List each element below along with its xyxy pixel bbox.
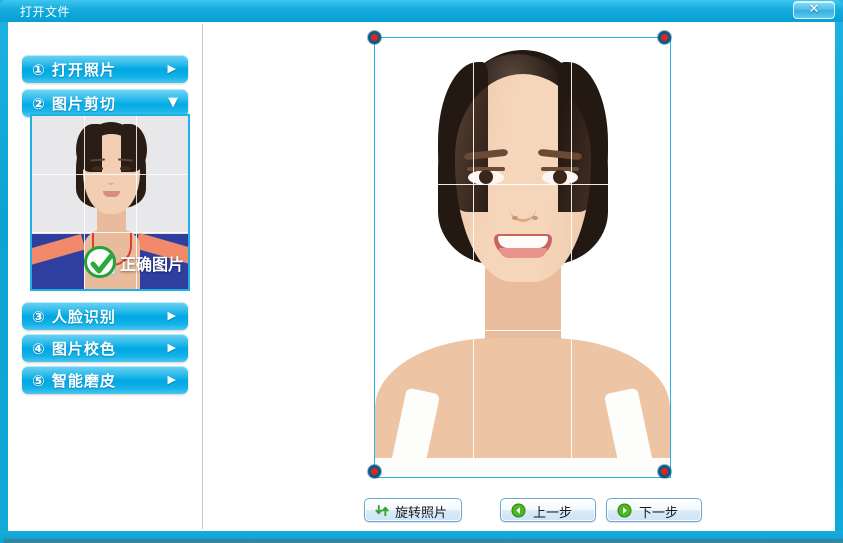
rotate-photo-label: 旋转照片 — [395, 506, 448, 521]
check-circle-icon — [84, 246, 116, 278]
arrow-left-circle-icon — [511, 503, 526, 518]
crop-handle-bottom-left[interactable] — [368, 465, 381, 478]
previous-step-label: 上一步 — [533, 506, 573, 521]
sidebar-step-crop-photo[interactable]: ② 图片剪切 ▼ — [22, 89, 188, 117]
chevron-right-icon: ▶ — [167, 62, 176, 75]
window-title: 打开文件 — [20, 5, 71, 19]
crop-handle-bottom-right[interactable] — [658, 465, 671, 478]
rotate-icon — [375, 503, 390, 518]
sidebar-step-skin-smooth-label: ⑤ 智能磨皮 — [32, 372, 116, 390]
chevron-right-icon: ▶ — [167, 373, 176, 386]
application-window: 打开文件 ✕ ① 打开照片 ▶ ② 图片剪切 ▼ 正确图片 ③ 人脸识别 ▶ ④… — [0, 0, 843, 543]
chevron-right-icon: ▶ — [167, 309, 176, 322]
sidebar-step-crop-photo-label: ② 图片剪切 — [32, 95, 116, 113]
chevron-down-icon: ▼ — [168, 95, 178, 110]
sidebar-step-open-photo[interactable]: ① 打开照片 ▶ — [22, 55, 188, 83]
reference-thumbnail-panel[interactable]: 正确图片 — [30, 114, 190, 291]
sidebar: ① 打开照片 ▶ ② 图片剪切 ▼ 正确图片 ③ 人脸识别 ▶ ④ 图片校色 ▶… — [8, 22, 202, 531]
sidebar-step-color-correct[interactable]: ④ 图片校色 ▶ — [22, 334, 188, 362]
thumbnail-validity-badge: 正确图片 — [84, 246, 188, 282]
close-button[interactable]: ✕ — [793, 1, 835, 19]
sidebar-step-skin-smooth[interactable]: ⑤ 智能磨皮 ▶ — [22, 366, 188, 394]
crop-handle-top-left[interactable] — [368, 31, 381, 44]
rotate-photo-button[interactable]: 旋转照片 — [364, 498, 462, 522]
chevron-right-icon: ▶ — [167, 341, 176, 354]
photo-canvas[interactable]: 旋转照片 上一步 下一步 — [203, 22, 835, 531]
sidebar-step-open-photo-label: ① 打开照片 — [32, 61, 116, 79]
previous-step-button[interactable]: 上一步 — [500, 498, 596, 522]
thumbnail-validity-label: 正确图片 — [120, 255, 185, 274]
next-step-label: 下一步 — [639, 506, 679, 521]
title-bar: 打开文件 ✕ — [0, 0, 843, 22]
window-drop-shadow — [4, 539, 843, 543]
crop-handle-top-right[interactable] — [658, 31, 671, 44]
sidebar-step-face-detect[interactable]: ③ 人脸识别 ▶ — [22, 302, 188, 330]
arrow-right-circle-icon — [617, 503, 632, 518]
sidebar-step-color-correct-label: ④ 图片校色 — [32, 340, 116, 358]
photo-image — [375, 38, 670, 477]
close-icon: ✕ — [808, 2, 820, 17]
sidebar-step-face-detect-label: ③ 人脸识别 — [32, 308, 116, 326]
next-step-button[interactable]: 下一步 — [606, 498, 702, 522]
